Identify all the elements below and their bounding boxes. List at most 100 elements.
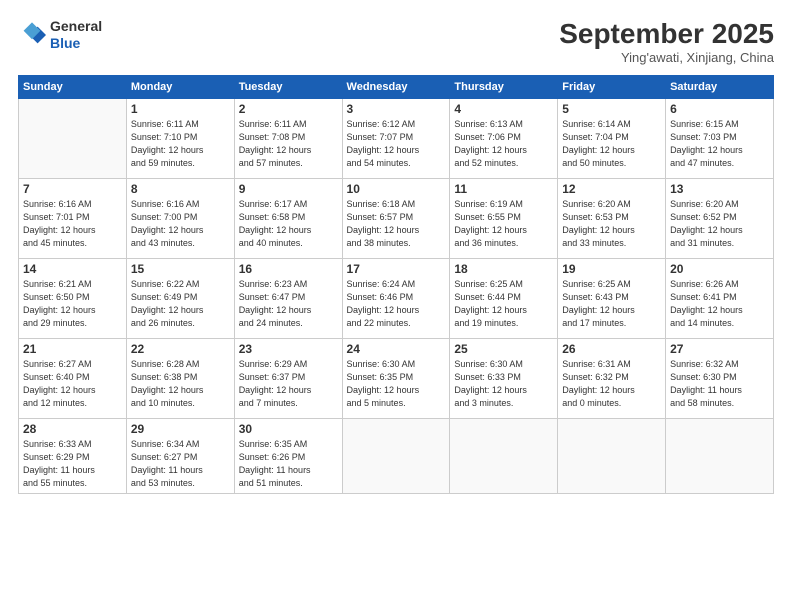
calendar-cell: 23 Sunrise: 6:29 AMSunset: 6:37 PMDayligh…: [234, 339, 342, 419]
day-info: Sunrise: 6:16 AMSunset: 7:00 PMDaylight:…: [131, 198, 230, 250]
calendar-cell: 21Sunrise: 6:27 AMSunset: 6:40 PMDayligh…: [19, 339, 127, 419]
day-info: Sunrise: 6:20 AMSunset: 6:52 PMDaylight:…: [670, 198, 769, 250]
month-title: September 2025: [559, 18, 774, 50]
logo-text: General Blue: [50, 18, 102, 52]
calendar-cell: 15Sunrise: 6:22 AMSunset: 6:49 PMDayligh…: [126, 259, 234, 339]
calendar-cell: 19 Sunrise: 6:25 AMSunset: 6:43 PMDayligh…: [558, 259, 666, 339]
calendar-cell: 5Sunrise: 6:14 AMSunset: 7:04 PMDaylight…: [558, 99, 666, 179]
calendar-cell: 13 Sunrise: 6:20 AMSunset: 6:52 PMDayligh…: [666, 179, 774, 259]
day-number: 17: [347, 262, 446, 276]
day-number: 21: [23, 342, 122, 356]
calendar-cell: 20 Sunrise: 6:26 AMSunset: 6:41 PMDayligh…: [666, 259, 774, 339]
day-number: 26: [562, 342, 661, 356]
day-number: 12: [562, 182, 661, 196]
calendar-cell: [450, 419, 558, 494]
calendar-cell: 30Sunrise: 6:35 AMSunset: 6:26 PMDayligh…: [234, 419, 342, 494]
day-number: 13: [670, 182, 769, 196]
calendar-cell: [19, 99, 127, 179]
location: Ying'awati, Xinjiang, China: [559, 50, 774, 65]
logo-icon: [18, 21, 46, 49]
calendar-cell: 9Sunrise: 6:17 AMSunset: 6:58 PMDaylight…: [234, 179, 342, 259]
day-info: Sunrise: 6:34 AMSunset: 6:27 PMDaylight:…: [131, 438, 230, 490]
logo: General Blue: [18, 18, 102, 52]
calendar-cell: 3 Sunrise: 6:12 AMSunset: 7:07 PMDaylight…: [342, 99, 450, 179]
calendar-cell: 17 Sunrise: 6:24 AMSunset: 6:46 PMDayligh…: [342, 259, 450, 339]
calendar-cell: 27 Sunrise: 6:32 AMSunset: 6:30 PMDayligh…: [666, 339, 774, 419]
day-info: Sunrise: 6:30 AMSunset: 6:33 PMDaylight:…: [454, 358, 553, 410]
day-number: 19: [562, 262, 661, 276]
day-number: 10: [347, 182, 446, 196]
day-number: 2: [239, 102, 338, 116]
title-block: September 2025 Ying'awati, Xinjiang, Chi…: [559, 18, 774, 65]
day-info: Sunrise: 6:13 AMSunset: 7:06 PMDaylight:…: [454, 118, 553, 170]
page: General Blue September 2025 Ying'awati, …: [0, 0, 792, 612]
calendar-cell: 6 Sunrise: 6:15 AMSunset: 7:03 PMDaylight…: [666, 99, 774, 179]
calendar-cell: 12 Sunrise: 6:20 AMSunset: 6:53 PMDayligh…: [558, 179, 666, 259]
day-number: 3: [347, 102, 446, 116]
day-number: 27: [670, 342, 769, 356]
day-info: Sunrise: 6:24 AMSunset: 6:46 PMDaylight:…: [347, 278, 446, 330]
week-row-5: 28 Sunrise: 6:33 AMSunset: 6:29 PMDayligh…: [19, 419, 774, 494]
weekday-header-friday: Friday: [558, 76, 666, 99]
weekday-header-tuesday: Tuesday: [234, 76, 342, 99]
day-info: Sunrise: 6:19 AMSunset: 6:55 PMDaylight:…: [454, 198, 553, 250]
calendar-cell: 26Sunrise: 6:31 AMSunset: 6:32 PMDayligh…: [558, 339, 666, 419]
logo-general: General: [50, 18, 102, 35]
calendar-cell: 10 Sunrise: 6:18 AMSunset: 6:57 PMDayligh…: [342, 179, 450, 259]
day-number: 8: [131, 182, 230, 196]
day-info: Sunrise: 6:20 AMSunset: 6:53 PMDaylight:…: [562, 198, 661, 250]
weekday-header-sunday: Sunday: [19, 76, 127, 99]
day-number: 28: [23, 422, 122, 436]
calendar-cell: 4 Sunrise: 6:13 AMSunset: 7:06 PMDaylight…: [450, 99, 558, 179]
day-info: Sunrise: 6:14 AMSunset: 7:04 PMDaylight:…: [562, 118, 661, 170]
header: General Blue September 2025 Ying'awati, …: [18, 18, 774, 65]
day-number: 4: [454, 102, 553, 116]
day-info: Sunrise: 6:16 AMSunset: 7:01 PMDaylight:…: [23, 198, 122, 250]
calendar-cell: 2 Sunrise: 6:11 AMSunset: 7:08 PMDaylight…: [234, 99, 342, 179]
day-number: 18: [454, 262, 553, 276]
calendar: SundayMondayTuesdayWednesdayThursdayFrid…: [18, 75, 774, 494]
day-info: Sunrise: 6:29 AMSunset: 6:37 PMDaylight:…: [239, 358, 338, 410]
day-info: Sunrise: 6:17 AMSunset: 6:58 PMDaylight:…: [239, 198, 338, 250]
day-number: 25: [454, 342, 553, 356]
day-info: Sunrise: 6:32 AMSunset: 6:30 PMDaylight:…: [670, 358, 769, 410]
calendar-cell: 22Sunrise: 6:28 AMSunset: 6:38 PMDayligh…: [126, 339, 234, 419]
week-row-3: 14Sunrise: 6:21 AMSunset: 6:50 PMDayligh…: [19, 259, 774, 339]
day-number: 23: [239, 342, 338, 356]
day-info: Sunrise: 6:33 AMSunset: 6:29 PMDaylight:…: [23, 438, 122, 490]
weekday-header-monday: Monday: [126, 76, 234, 99]
calendar-cell: [558, 419, 666, 494]
calendar-cell: 7Sunrise: 6:16 AMSunset: 7:01 PMDaylight…: [19, 179, 127, 259]
day-number: 24: [347, 342, 446, 356]
week-row-4: 21Sunrise: 6:27 AMSunset: 6:40 PMDayligh…: [19, 339, 774, 419]
weekday-header-row: SundayMondayTuesdayWednesdayThursdayFrid…: [19, 76, 774, 99]
day-number: 1: [131, 102, 230, 116]
day-info: Sunrise: 6:18 AMSunset: 6:57 PMDaylight:…: [347, 198, 446, 250]
weekday-header-saturday: Saturday: [666, 76, 774, 99]
calendar-cell: [342, 419, 450, 494]
week-row-2: 7Sunrise: 6:16 AMSunset: 7:01 PMDaylight…: [19, 179, 774, 259]
day-info: Sunrise: 6:11 AMSunset: 7:08 PMDaylight:…: [239, 118, 338, 170]
day-number: 11: [454, 182, 553, 196]
calendar-cell: 8 Sunrise: 6:16 AMSunset: 7:00 PMDaylight…: [126, 179, 234, 259]
day-info: Sunrise: 6:11 AMSunset: 7:10 PMDaylight:…: [131, 118, 230, 170]
day-info: Sunrise: 6:23 AMSunset: 6:47 PMDaylight:…: [239, 278, 338, 330]
calendar-cell: 24Sunrise: 6:30 AMSunset: 6:35 PMDayligh…: [342, 339, 450, 419]
weekday-header-thursday: Thursday: [450, 76, 558, 99]
day-info: Sunrise: 6:12 AMSunset: 7:07 PMDaylight:…: [347, 118, 446, 170]
day-info: Sunrise: 6:26 AMSunset: 6:41 PMDaylight:…: [670, 278, 769, 330]
day-info: Sunrise: 6:25 AMSunset: 6:43 PMDaylight:…: [562, 278, 661, 330]
day-number: 16: [239, 262, 338, 276]
calendar-cell: 11 Sunrise: 6:19 AMSunset: 6:55 PMDayligh…: [450, 179, 558, 259]
day-number: 29: [131, 422, 230, 436]
day-number: 6: [670, 102, 769, 116]
day-number: 20: [670, 262, 769, 276]
day-info: Sunrise: 6:15 AMSunset: 7:03 PMDaylight:…: [670, 118, 769, 170]
logo-blue: Blue: [50, 35, 102, 52]
day-info: Sunrise: 6:35 AMSunset: 6:26 PMDaylight:…: [239, 438, 338, 490]
day-info: Sunrise: 6:22 AMSunset: 6:49 PMDaylight:…: [131, 278, 230, 330]
day-info: Sunrise: 6:25 AMSunset: 6:44 PMDaylight:…: [454, 278, 553, 330]
calendar-cell: [666, 419, 774, 494]
day-info: Sunrise: 6:21 AMSunset: 6:50 PMDaylight:…: [23, 278, 122, 330]
calendar-cell: 28 Sunrise: 6:33 AMSunset: 6:29 PMDayligh…: [19, 419, 127, 494]
